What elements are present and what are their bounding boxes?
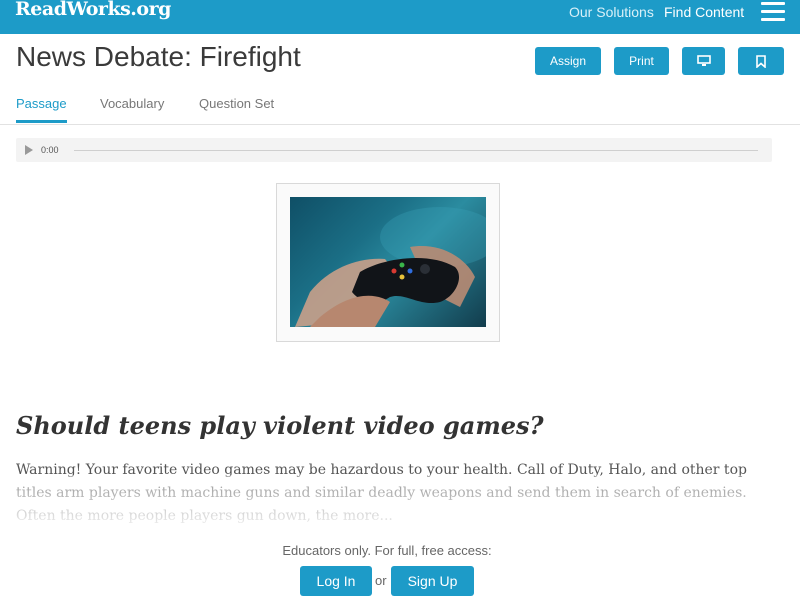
page-title: News Debate: Firefight — [16, 41, 301, 72]
tab-vocabulary[interactable]: Vocabulary — [100, 96, 164, 111]
readworks-logo[interactable]: ReadWorks.org — [15, 0, 171, 20]
game-controller-photo — [290, 197, 486, 327]
nav-find-content[interactable]: Find Content — [664, 4, 744, 20]
menu-icon[interactable] — [761, 2, 785, 22]
article-heading: Should teens play violent video games? — [16, 411, 544, 440]
audio-player: 0:00 — [16, 138, 772, 162]
passage-image-frame — [276, 183, 500, 342]
passage-tabs: Passage Vocabulary Question Set — [0, 92, 800, 125]
nav-our-solutions[interactable]: Our Solutions — [569, 4, 654, 20]
bookmark-button[interactable] — [738, 47, 784, 75]
or-separator: or — [375, 573, 387, 588]
top-navigation-bar: ReadWorks.org Our Solutions Find Content — [0, 0, 800, 34]
sign-up-button[interactable]: Sign Up — [391, 566, 474, 596]
tab-question-set[interactable]: Question Set — [199, 96, 274, 111]
print-button[interactable]: Print — [614, 47, 669, 75]
audio-progress-track[interactable] — [74, 150, 758, 151]
active-tab-indicator — [16, 120, 67, 123]
play-icon[interactable] — [25, 145, 33, 155]
content-fade-overlay — [0, 475, 800, 530]
audio-time: 0:00 — [41, 145, 59, 155]
tab-passage[interactable]: Passage — [16, 96, 67, 111]
assign-button[interactable]: Assign — [535, 47, 601, 75]
bookmark-icon — [756, 54, 766, 68]
present-button[interactable] — [682, 47, 725, 75]
log-in-button[interactable]: Log In — [300, 566, 372, 596]
monitor-icon — [696, 55, 711, 66]
educators-access-text: Educators only. For full, free access: — [282, 543, 492, 558]
